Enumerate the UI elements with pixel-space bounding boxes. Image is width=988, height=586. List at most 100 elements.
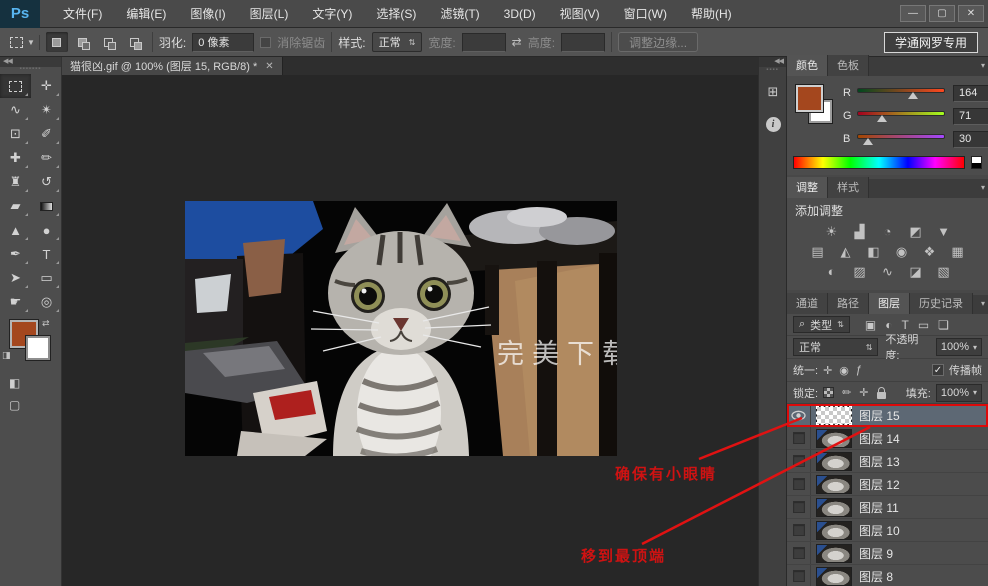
swap-dimensions-icon[interactable]: ⇄ (512, 35, 522, 49)
crop-tool[interactable]: ⊡ (0, 122, 31, 146)
filter-adjustment-layers-icon[interactable]: ◐ (885, 318, 892, 332)
menu-0[interactable]: 文件(F) (52, 1, 113, 26)
layer-row[interactable]: 图层 11 (787, 496, 988, 519)
background-color-swatch[interactable] (25, 335, 51, 361)
layer-row[interactable]: 图层 15 (787, 404, 988, 427)
unify-visibility-icon[interactable]: ◉ (839, 364, 849, 377)
channel-slider-thumb[interactable] (862, 138, 873, 145)
layer-thumbnail[interactable] (816, 497, 852, 517)
exposure-icon[interactable]: ◩ (907, 224, 925, 239)
brand-watermark-button[interactable]: 学通网罗专用 (883, 31, 978, 53)
menu-2[interactable]: 图像(I) (179, 1, 236, 26)
close-button[interactable]: ✕ (958, 5, 984, 22)
adjustments-tab-0[interactable]: 调整 (787, 177, 828, 198)
channel-value-input[interactable]: 71 (953, 107, 988, 125)
channel-slider-thumb[interactable] (876, 115, 887, 122)
magic-wand-tool[interactable]: ✴ (31, 98, 62, 122)
refine-edge-button[interactable]: 调整边缘... (618, 32, 699, 52)
layer-visibility-toggle[interactable] (787, 473, 811, 495)
layer-row[interactable]: 图层 12 (787, 473, 988, 496)
fill-input[interactable]: 100% ▾ (935, 383, 982, 402)
threshold-icon[interactable]: ∿ (879, 264, 897, 279)
color-lookup-icon[interactable]: ▦ (949, 244, 967, 259)
layer-thumbnail[interactable] (816, 405, 852, 425)
selective-color-icon[interactable]: ◪ (907, 264, 925, 279)
layer-row[interactable]: 图层 14 (787, 427, 988, 450)
style-select[interactable]: 正常 ⇅ (371, 32, 423, 52)
tool-preset-picker[interactable]: ▼ (6, 34, 40, 50)
layer-thumbnail[interactable] (816, 543, 852, 563)
menu-9[interactable]: 窗口(W) (613, 1, 678, 26)
brightness-contrast-icon[interactable]: ☀ (823, 224, 841, 239)
gradient-map-icon[interactable]: ▧ (935, 264, 953, 279)
move-tool[interactable]: ✛ (31, 74, 62, 98)
curves-icon[interactable]: ◔ (879, 224, 897, 239)
panel-grip[interactable]: ▪▪▪▪▪▪▪ (0, 66, 61, 74)
panel-menu-icon[interactable]: ▾ (981, 299, 985, 308)
adjustments-tab-1[interactable]: 样式 (828, 177, 869, 198)
color-tab-0[interactable]: 颜色 (787, 55, 828, 76)
unify-position-icon[interactable]: ✛ (823, 364, 832, 377)
rectangular-marquee-tool[interactable] (0, 74, 31, 98)
layer-visibility-toggle[interactable] (787, 542, 811, 564)
channel-value-input[interactable]: 30 (953, 130, 988, 148)
channel-slider-track[interactable] (857, 88, 945, 93)
width-input[interactable] (461, 32, 506, 52)
shape-tool[interactable]: ▭ (31, 266, 62, 290)
panel-menu-icon[interactable]: ▾ (981, 183, 985, 192)
lock-transparency-icon[interactable] (823, 387, 835, 398)
layer-visibility-toggle[interactable] (787, 519, 811, 541)
subtract-from-selection-button[interactable] (98, 32, 120, 52)
color-spectrum-ramp[interactable] (793, 156, 965, 169)
filter-pixel-layers-icon[interactable]: ▣ (865, 318, 876, 332)
channel-slider-track[interactable] (857, 111, 945, 116)
dodge-tool[interactable]: ● (31, 218, 62, 242)
posterize-icon[interactable]: ▨ (851, 264, 869, 279)
document-image[interactable]: 完美下载 (185, 201, 629, 479)
close-tab-icon[interactable]: ✕ (265, 61, 273, 72)
menu-7[interactable]: 3D(D) (493, 3, 547, 25)
filter-smart-objects-icon[interactable]: ❏ (938, 318, 949, 332)
feather-input[interactable]: 0 像素 (192, 32, 255, 52)
layer-row[interactable]: 图层 9 (787, 542, 988, 565)
photo-filter-icon[interactable]: ◉ (893, 244, 911, 259)
filter-shape-layers-icon[interactable]: ▭ (918, 318, 929, 332)
layer-thumbnail[interactable] (816, 451, 852, 471)
filter-type-layers-icon[interactable]: T (901, 318, 908, 332)
gradient-tool[interactable] (31, 194, 62, 218)
layers-group-tab-0[interactable]: 通道 (787, 293, 828, 314)
new-selection-button[interactable] (45, 32, 68, 52)
intersect-selection-button[interactable] (124, 32, 146, 52)
color-balance-icon[interactable]: ◭ (837, 244, 855, 259)
layer-visibility-toggle[interactable] (787, 427, 811, 449)
unify-style-icon[interactable]: ƒ (856, 364, 862, 377)
layers-group-tab-1[interactable]: 路径 (828, 293, 869, 314)
antialias-checkbox[interactable] (260, 36, 272, 48)
swap-colors-icon[interactable]: ⇄ (42, 318, 50, 329)
layer-visibility-toggle[interactable] (787, 450, 811, 472)
pen-tool[interactable]: ✒ (0, 242, 31, 266)
menu-5[interactable]: 选择(S) (365, 1, 427, 26)
propagate-frames-checkbox[interactable]: ✓ (932, 364, 944, 376)
blur-tool[interactable]: ▲ (0, 218, 31, 242)
lasso-tool[interactable]: ∿ (0, 98, 31, 122)
layer-thumbnail[interactable] (816, 566, 852, 586)
layer-visibility-toggle[interactable] (787, 496, 811, 518)
menu-4[interactable]: 文字(Y) (301, 1, 363, 26)
add-to-selection-button[interactable] (72, 32, 94, 52)
panel-grip[interactable]: ▪▪▪▪ (759, 67, 786, 73)
brush-tool[interactable]: ✏ (31, 146, 62, 170)
eyedropper-tool[interactable]: ✐ (31, 122, 62, 146)
color-tab-1[interactable]: 色板 (828, 55, 869, 76)
layer-thumbnail[interactable] (816, 428, 852, 448)
vibrance-icon[interactable]: ▼ (935, 224, 953, 239)
lock-pixels-icon[interactable]: ✏ (842, 386, 851, 399)
screen-mode-button[interactable]: ▢ (9, 398, 20, 412)
channel-mixer-icon[interactable]: ❖ (921, 244, 939, 259)
channel-value-input[interactable]: 164 (953, 84, 988, 102)
history-brush-tool[interactable]: ↺ (31, 170, 62, 194)
layer-row[interactable]: 图层 13 (787, 450, 988, 473)
layer-row[interactable]: 图层 10 (787, 519, 988, 542)
default-colors-icon[interactable]: ◨ (2, 350, 11, 361)
hand-tool[interactable]: ☛ (0, 290, 31, 314)
